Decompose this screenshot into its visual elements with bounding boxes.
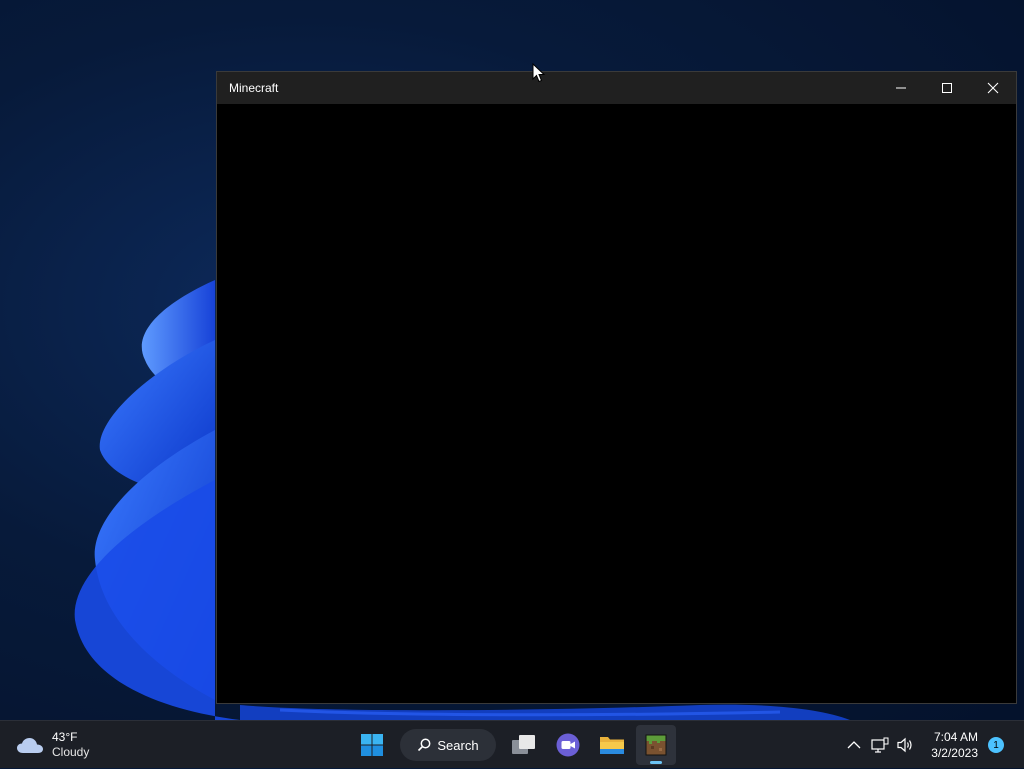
maximize-button[interactable] [924, 72, 970, 104]
game-viewport[interactable] [217, 104, 1016, 703]
chevron-up-icon [847, 741, 861, 749]
close-icon [987, 82, 999, 94]
network-icon [871, 737, 889, 753]
volume-button[interactable] [893, 729, 919, 761]
teams-chat-button[interactable] [548, 725, 588, 765]
clock-time: 7:04 AM [933, 730, 978, 744]
windows-logo-icon [361, 734, 383, 756]
minimize-icon [896, 87, 906, 89]
task-view-button[interactable] [504, 725, 544, 765]
speaker-icon [897, 737, 912, 753]
file-explorer-button[interactable] [592, 725, 632, 765]
minecraft-taskbar-button[interactable] [636, 725, 676, 765]
search-icon [418, 738, 431, 752]
minecraft-grass-block-icon [645, 734, 667, 756]
network-button[interactable] [867, 729, 893, 761]
weather-temperature: 43°F [52, 730, 78, 744]
window-titlebar[interactable]: Minecraft [217, 72, 1016, 104]
close-button[interactable] [970, 72, 1016, 104]
system-tray: 7:04 AM 3/2/2023 1 [841, 721, 1024, 769]
video-chat-icon [556, 733, 580, 757]
taskbar: 43°F Cloudy Search 7:04 AM 3/2/2023 1 [0, 720, 1024, 768]
notification-badge[interactable]: 1 [988, 737, 1004, 753]
active-app-indicator [650, 761, 662, 764]
minecraft-window[interactable]: Minecraft [216, 71, 1017, 704]
minimize-button[interactable] [878, 72, 924, 104]
weather-condition: Cloudy [52, 745, 90, 759]
window-title: Minecraft [229, 81, 279, 95]
search-label: Search [437, 737, 479, 753]
folder-icon [600, 737, 624, 754]
start-button[interactable] [352, 725, 392, 765]
cloud-icon [17, 738, 43, 753]
show-hidden-icons-button[interactable] [841, 729, 867, 761]
weather-widget[interactable]: 43°F Cloudy [16, 729, 89, 761]
search-button[interactable]: Search [400, 729, 496, 761]
mouse-cursor-icon [532, 63, 546, 83]
maximize-icon [942, 83, 952, 93]
clock[interactable]: 7:04 AM 3/2/2023 [931, 729, 978, 761]
clock-date: 3/2/2023 [931, 746, 978, 760]
task-view-icon [512, 735, 535, 754]
